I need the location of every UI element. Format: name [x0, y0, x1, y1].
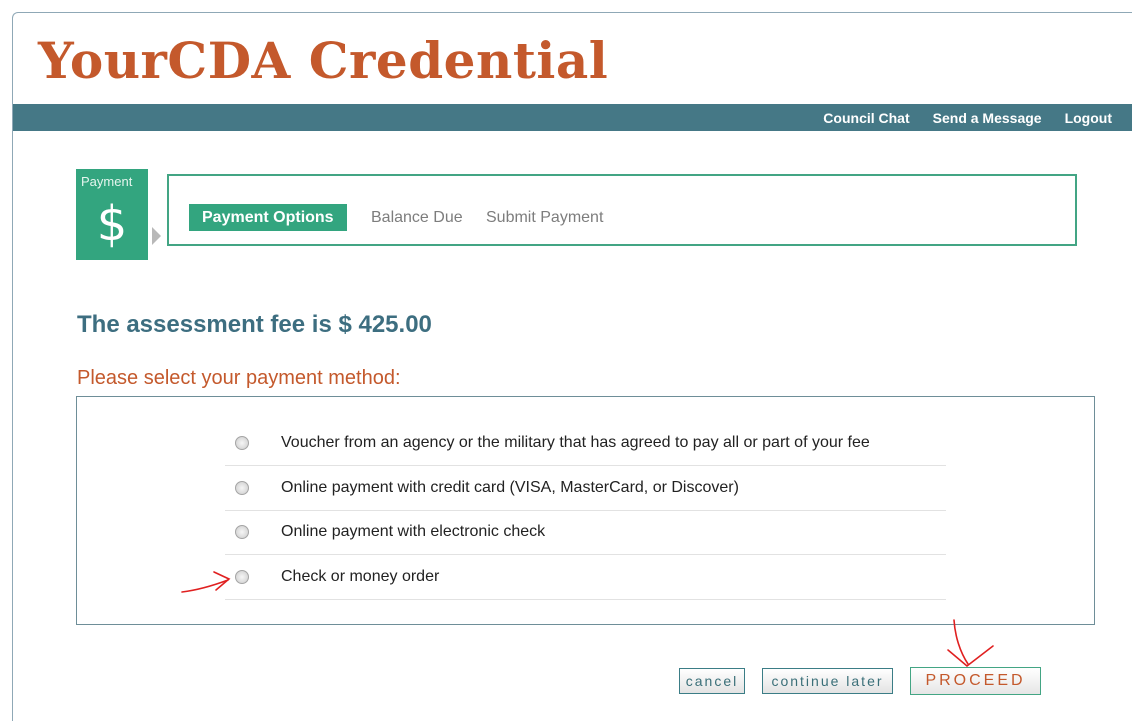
pointer-arrow-icon [152, 227, 161, 245]
payment-option-credit-card[interactable]: Online payment with credit card (VISA, M… [225, 466, 946, 511]
payment-options-box: Voucher from an agency or the military t… [76, 396, 1095, 625]
option-label: Online payment with credit card (VISA, M… [281, 479, 739, 496]
radio-voucher[interactable] [235, 436, 249, 450]
top-nav: Council Chat Send a Message Logout [800, 104, 1112, 131]
proceed-button[interactable]: PROCEED [910, 667, 1041, 695]
radio-check-money-order[interactable] [235, 570, 249, 584]
continue-later-button[interactable]: continue later [762, 668, 893, 694]
brand-title: YourCDA Credential [38, 31, 609, 90]
step-balance-due[interactable]: Balance Due [371, 204, 463, 231]
step-submit-payment[interactable]: Submit Payment [486, 204, 603, 231]
option-label: Check or money order [281, 568, 440, 585]
payment-tile: Payment $ [76, 169, 148, 260]
assessment-fee-heading: The assessment fee is $ 425.00 [77, 311, 432, 338]
step-payment-options[interactable]: Payment Options [189, 204, 347, 231]
payment-option-check-money-order[interactable]: Check or money order [225, 555, 946, 600]
cancel-button[interactable]: cancel [679, 668, 745, 694]
nav-logout[interactable]: Logout [1065, 110, 1112, 126]
payment-method-prompt: Please select your payment method: [77, 367, 401, 389]
top-nav-bar: Council Chat Send a Message Logout [13, 104, 1132, 131]
nav-send-message[interactable]: Send a Message [933, 110, 1042, 126]
payment-steps: Payment Options Balance Due Submit Payme… [167, 174, 1077, 246]
payment-option-voucher[interactable]: Voucher from an agency or the military t… [225, 421, 946, 466]
payment-tile-label: Payment [81, 174, 133, 189]
nav-council-chat[interactable]: Council Chat [823, 110, 909, 126]
radio-echeck[interactable] [235, 525, 249, 539]
option-label: Voucher from an agency or the military t… [281, 434, 870, 451]
option-label: Online payment with electronic check [281, 523, 546, 540]
payment-option-echeck[interactable]: Online payment with electronic check [225, 510, 946, 555]
radio-credit-card[interactable] [235, 481, 249, 495]
dollar-icon: $ [96, 196, 128, 252]
